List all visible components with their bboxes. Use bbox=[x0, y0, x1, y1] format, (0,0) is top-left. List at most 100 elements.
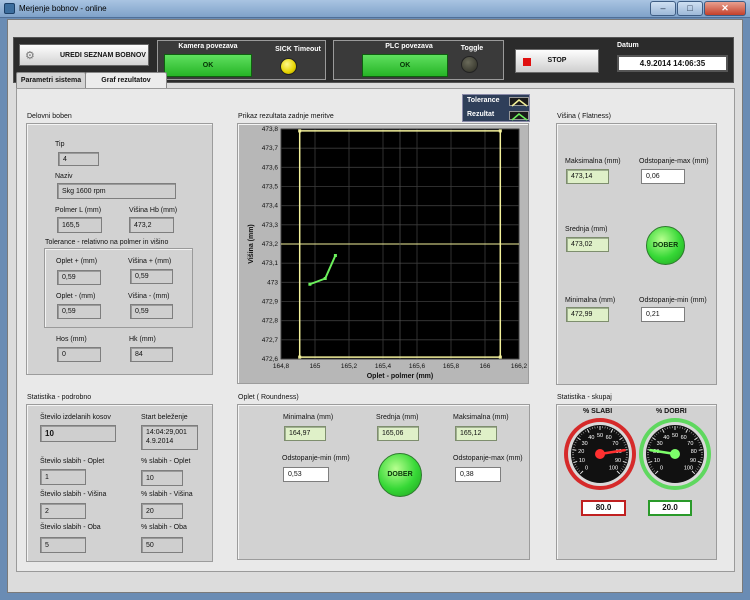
x-tick-label: 165,2 bbox=[341, 363, 358, 370]
slabi-gauge-label: 90 bbox=[615, 458, 621, 464]
dobri-gauge-label: 30 bbox=[657, 441, 663, 447]
visina-odst-min-field: 0,21 bbox=[641, 307, 685, 322]
slabi-gauge-label: 100 bbox=[609, 465, 618, 471]
slabi-gauge-label: 10 bbox=[579, 458, 585, 464]
naziv-label: Naziv bbox=[55, 173, 73, 180]
oplet-odst-min-label: Odstopanje-min (mm) bbox=[282, 455, 350, 462]
dobri-gauge-label: 50 bbox=[672, 433, 678, 439]
naziv-field: Skg 1600 rpm bbox=[57, 183, 176, 199]
visina-minus-label: Višina - (mm) bbox=[128, 293, 170, 300]
visina-max-field: 473,14 bbox=[566, 169, 609, 184]
y-tick-label: 472,9 bbox=[262, 299, 279, 306]
dobri-value: 20.0 bbox=[648, 500, 692, 516]
date-label: Datum bbox=[617, 42, 639, 49]
hk-field: 84 bbox=[130, 347, 173, 362]
minimize-button[interactable]: – bbox=[650, 1, 676, 16]
oplet-plus-field: 0,59 bbox=[57, 270, 101, 285]
y-axis-label: Višina (mm) bbox=[248, 224, 255, 264]
y-tick-label: 473,6 bbox=[262, 164, 279, 171]
line-chart[interactable]: 164,8 165 165,2 165,4 165,6 165,8 166 166,2 472,… bbox=[237, 123, 529, 384]
pct-oplet-field: 10 bbox=[141, 470, 183, 486]
pct-oba-label: % slabih - Oba bbox=[141, 524, 187, 531]
oplet-min-label: Minimalna (mm) bbox=[283, 414, 334, 421]
data-point-rezultat bbox=[333, 254, 337, 257]
data-point-rezultat bbox=[323, 277, 327, 280]
toggle-led bbox=[461, 56, 478, 73]
data-point-rezultat bbox=[308, 282, 312, 286]
weak-visina-field: 2 bbox=[40, 503, 86, 519]
visina-hb-field: 473,2 bbox=[129, 217, 174, 233]
start-field: 14:04:29,001 4.9.2014 bbox=[141, 425, 198, 450]
count-field: 10 bbox=[40, 425, 116, 442]
legend-rezultat-label: Rezultat bbox=[467, 111, 495, 118]
slabi-gauge-label: 50 bbox=[597, 433, 603, 439]
x-tick-label: 165 bbox=[310, 363, 321, 370]
y-tick-label: 473 bbox=[267, 279, 278, 286]
y-tick-label: 473,7 bbox=[262, 145, 279, 152]
stat-local-title: Statistika - podrobno bbox=[27, 394, 92, 401]
dobri-gauge-label: 10 bbox=[654, 458, 660, 464]
plc-label: PLC povezava bbox=[385, 43, 433, 50]
visina-title: Višina ( Flatness) bbox=[557, 113, 611, 120]
legend-rezultat-swatch[interactable] bbox=[509, 111, 529, 121]
dobri-gauge-label: 100 bbox=[684, 465, 693, 471]
dobri-gauge-hub bbox=[670, 449, 680, 459]
window-title: Merjenje bobnov - online bbox=[19, 4, 107, 13]
pct-oba-field: 50 bbox=[141, 537, 183, 553]
pct-visina-field: 20 bbox=[141, 503, 183, 519]
oplet-sred-field: 165,06 bbox=[377, 426, 419, 441]
data-point-tolerance bbox=[498, 355, 502, 359]
delovni-title: Delovni boben bbox=[27, 113, 72, 120]
graph-title: Prikaz rezultata zadnje meritve bbox=[238, 113, 334, 120]
polmer-label: Polmer L (mm) bbox=[55, 207, 102, 214]
start-label: Start beleženje bbox=[141, 414, 188, 421]
visina-plus-field: 0,59 bbox=[130, 269, 173, 284]
oplet-min-field: 164,97 bbox=[284, 426, 326, 441]
stop-button[interactable]: STOP bbox=[515, 49, 599, 73]
maximize-button[interactable]: □ bbox=[677, 1, 703, 16]
window-titlebar: Merjenje bobnov - online – □ ✕ bbox=[0, 0, 750, 18]
x-tick-label: 165,8 bbox=[443, 363, 460, 370]
polmer-field: 165,5 bbox=[57, 217, 102, 233]
hos-label: Hos (mm) bbox=[56, 336, 87, 343]
y-tick-label: 473,1 bbox=[262, 260, 279, 267]
date-display: 4.9.2014 14:06:35 bbox=[617, 55, 728, 72]
x-tick-label: 164,8 bbox=[273, 363, 290, 370]
pct-oplet-label: % slabih - Oplet bbox=[141, 458, 191, 465]
plot-legend: Tolerance Rezultat bbox=[462, 94, 530, 122]
plc-group: PLC povezava OK Toggle bbox=[333, 40, 504, 80]
slabi-gauge-tick bbox=[572, 449, 577, 451]
tab-parametri-sistema[interactable]: Parametri sistema bbox=[16, 72, 86, 88]
close-button[interactable]: ✕ bbox=[704, 1, 746, 16]
stop-label: STOP bbox=[547, 57, 567, 64]
tip-label: Tip bbox=[55, 141, 65, 148]
dobri-label: % DOBRI bbox=[656, 408, 687, 415]
slabi-gauge-label: 60 bbox=[606, 435, 612, 441]
visina-odst-max-field: 0,06 bbox=[641, 169, 685, 184]
weak-oba-field: 5 bbox=[40, 537, 86, 553]
dobri-gauge-label: 0 bbox=[660, 465, 663, 471]
hos-field: 0 bbox=[57, 347, 101, 362]
sick-timeout-label: SICK Timeout bbox=[275, 46, 321, 53]
data-point-tolerance bbox=[298, 355, 302, 359]
visina-hb-label: Višina Hb (mm) bbox=[129, 207, 178, 214]
visina-odst-min-label: Odstopanje-min (mm) bbox=[639, 297, 707, 304]
weak-oba-label: Število slabih - Oba bbox=[40, 524, 101, 531]
weak-visina-label: Število slabih - Višina bbox=[40, 491, 107, 498]
oplet-odst-max-label: Odstopanje-max (mm) bbox=[453, 455, 523, 462]
edit-drums-button[interactable]: ⚙ UREDI SEZNAM BOBNOV bbox=[19, 44, 149, 66]
y-tick-label: 473,2 bbox=[262, 241, 279, 248]
slabi-label: % SLABI bbox=[583, 408, 613, 415]
tab-graf-rezultatov[interactable]: Graf rezultatov bbox=[85, 72, 167, 89]
plc-status-button[interactable]: OK bbox=[362, 54, 448, 77]
y-tick-label: 473,4 bbox=[262, 203, 279, 210]
oplet-minus-label: Oplet - (mm) bbox=[56, 293, 96, 300]
x-tick-label: 165,6 bbox=[409, 363, 426, 370]
visina-max-label: Maksimalna (mm) bbox=[565, 158, 621, 165]
data-point-tolerance bbox=[498, 129, 502, 133]
legend-tolerance-swatch[interactable] bbox=[509, 97, 529, 107]
stat-total-title: Statistika - skupaj bbox=[557, 394, 612, 401]
visina-sred-field: 473,02 bbox=[566, 237, 609, 252]
oplet-title: Oplet ( Roundness) bbox=[238, 394, 299, 401]
weak-oplet-field: 1 bbox=[40, 469, 86, 485]
